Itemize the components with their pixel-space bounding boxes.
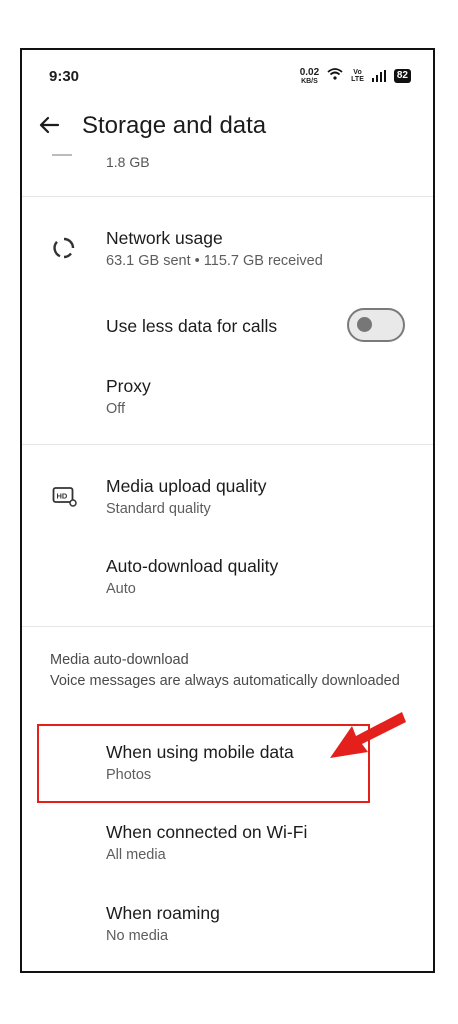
network-speed-unit: KB/S [301,77,318,85]
auto-download-quality-item[interactable]: Auto-download quality Auto [106,556,409,597]
volte-bottom: LTE [351,76,364,83]
highlight-box [37,724,370,803]
network-usage-icon [52,236,76,265]
roaming-item[interactable]: When roaming No media [106,903,409,944]
red-arrow-icon [322,702,408,767]
network-speed-value: 0.02 [299,66,320,78]
network-usage-title: Network usage [106,228,223,248]
proxy-subtitle: Off [106,401,126,417]
toggle-knob [357,317,372,332]
media-upload-title: Media upload quality [106,476,267,496]
hd-settings-icon: HD [52,486,78,513]
auto-download-quality-subtitle: Auto [106,581,136,597]
divider [22,444,433,445]
divider [22,626,433,627]
signal-icon [371,70,386,82]
storage-size: 1.8 GB [106,154,150,170]
status-bar: 9:30 0.02 KB/S Vo LTE 82 [22,50,433,100]
media-upload-subtitle: Standard quality [106,501,211,517]
proxy-item[interactable]: Proxy Off [106,376,409,417]
svg-text:HD: HD [57,492,68,501]
section-heading: Media auto-download [50,652,189,668]
volte-top: Vo [353,69,362,76]
network-speed: 0.02 KB/S [299,66,320,85]
status-icons: 0.02 KB/S Vo LTE 82 [300,67,411,85]
roaming-subtitle: No media [106,928,169,944]
wifi-subtitle: All media [106,847,166,863]
roaming-title: When roaming [106,903,220,923]
auto-download-quality-title: Auto-download quality [106,556,279,576]
wifi-title: When connected on Wi-Fi [106,822,308,842]
less-data-calls-toggle[interactable] [347,308,405,342]
volte-icon: Vo LTE [351,69,364,83]
phone-screen: 9:30 0.02 KB/S Vo LTE 82 Storage and dat… [20,48,435,973]
battery-icon: 82 [393,69,411,83]
proxy-title: Proxy [106,376,151,396]
status-time: 9:30 [49,68,80,85]
wifi-icon [327,67,343,85]
app-bar: Storage and data [22,102,433,152]
back-arrow-icon[interactable] [36,112,62,138]
storage-icon [52,154,72,156]
network-usage-item[interactable]: Network usage 63.1 GB sent • 115.7 GB re… [106,228,409,269]
wifi-item[interactable]: When connected on Wi-Fi All media [106,822,409,863]
network-usage-subtitle: 63.1 GB sent • 115.7 GB received [106,253,323,269]
page-title: Storage and data [82,112,267,139]
media-auto-download-header: Media auto-download Voice messages are a… [50,650,409,692]
media-upload-quality-item[interactable]: Media upload quality Standard quality [106,476,409,517]
divider [22,196,433,197]
section-note: Voice messages are always automatically … [50,673,400,689]
